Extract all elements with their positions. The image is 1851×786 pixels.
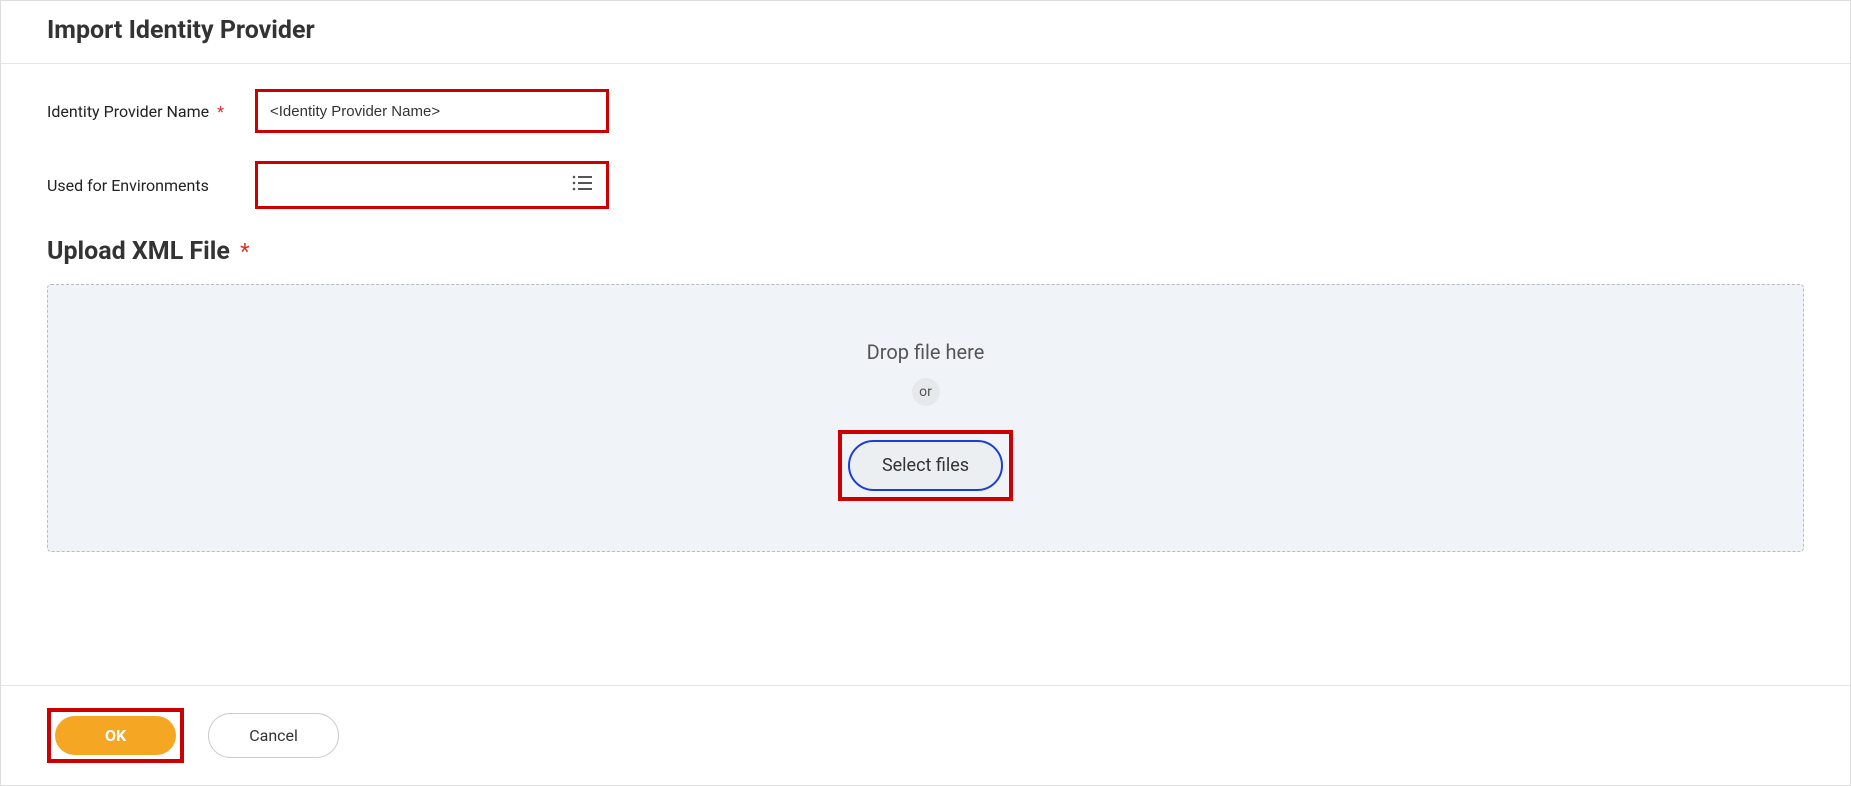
upload-section: Upload XML File * Drop file here or Sele… [1,237,1850,552]
select-files-button[interactable]: Select files [848,440,1003,491]
header-section: Import Identity Provider [1,1,1850,64]
page-container: Import Identity Provider Identity Provid… [0,0,1851,786]
identity-provider-name-label: Identity Provider Name * [47,102,255,121]
required-asterisk: * [217,102,224,121]
environments-row: Used for Environments [47,161,1804,209]
identity-provider-name-row: Identity Provider Name * [47,89,1804,133]
identity-provider-name-input-wrapper [255,89,609,133]
upload-title-text: Upload XML File [47,237,230,266]
ok-button-highlight: OK [47,708,184,763]
ok-button[interactable]: OK [55,716,176,755]
cancel-button[interactable]: Cancel [208,713,339,758]
identity-provider-name-input[interactable] [255,89,609,133]
page-title: Import Identity Provider [47,16,1804,45]
environments-label: Used for Environments [47,176,255,195]
required-asterisk: * [240,240,249,265]
upload-title: Upload XML File * [47,237,1804,266]
environments-select[interactable] [255,161,609,209]
form-section: Identity Provider Name * Used for Enviro… [1,64,1850,209]
or-badge: or [912,378,940,406]
list-icon [572,175,592,195]
file-dropzone[interactable]: Drop file here or Select files [47,284,1804,552]
drop-file-text: Drop file here [867,340,985,364]
label-text: Identity Provider Name [47,102,209,121]
footer-section: OK Cancel [1,685,1850,785]
select-files-highlight: Select files [838,430,1013,501]
